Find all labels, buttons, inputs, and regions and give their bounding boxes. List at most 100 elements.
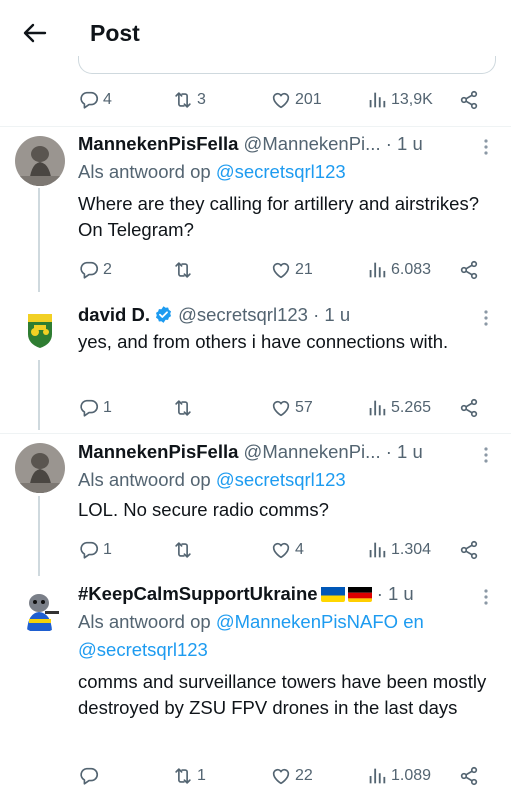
mention-link[interactable]: @secretsqrl123 [78, 639, 208, 660]
post-action-bar: 4 3 201 13,9K [78, 85, 494, 115]
repost-icon [172, 259, 194, 281]
more-icon[interactable] [482, 446, 490, 464]
reply-button[interactable]: 1 [78, 535, 112, 565]
handle[interactable]: @MannekenPi... [244, 133, 381, 154]
like-button[interactable]: 57 [270, 393, 313, 423]
views-icon [366, 89, 388, 111]
timestamp[interactable]: · 1 u [386, 441, 423, 462]
like-count: 4 [295, 541, 304, 558]
post-meta: david D. @secretsqrl123 · 1 u [78, 302, 350, 328]
repost-count: 1 [197, 767, 206, 784]
timestamp[interactable]: · 1 u [313, 304, 350, 325]
post-text: yes, and from others i have connections … [78, 331, 449, 352]
share-button[interactable] [458, 761, 480, 791]
repost-button[interactable]: 1 [172, 761, 206, 791]
views-icon [366, 539, 388, 561]
mention-link[interactable]: @secretsqrl123 [216, 161, 346, 182]
avatar[interactable] [15, 136, 65, 186]
mention-link[interactable]: @MannekenPisNAFO [216, 611, 398, 632]
repost-button[interactable] [172, 255, 197, 285]
post-action-bar: 1 57 5.265 [78, 393, 494, 423]
like-button[interactable]: 4 [270, 535, 304, 565]
timestamp[interactable]: · 1 u [386, 133, 423, 154]
replying-prefix: Als antwoord op [78, 469, 211, 490]
like-count: 201 [295, 91, 322, 108]
thread-connector [38, 188, 40, 292]
reply-icon [78, 397, 100, 419]
display-name[interactable]: MannekenPisFella [78, 441, 238, 462]
views-button[interactable]: 1.304 [366, 535, 431, 565]
reply-button[interactable]: 1 [78, 393, 112, 423]
reply-button[interactable]: 4 [78, 85, 112, 115]
display-name[interactable]: #KeepCalmSupportUkraine [78, 583, 318, 604]
views-count: 13,9K [391, 91, 433, 108]
views-count: 1.304 [391, 541, 432, 558]
reply-button[interactable]: 2 [78, 255, 112, 285]
page-title: Post [90, 20, 140, 46]
avatar[interactable] [15, 443, 65, 493]
thread-connector [38, 496, 40, 576]
reply-icon [78, 765, 100, 787]
share-button[interactable] [458, 393, 480, 423]
replying-to-line: Als antwoord op @secretsqrl123 [78, 467, 346, 493]
like-icon [270, 89, 292, 111]
like-count: 22 [295, 767, 313, 784]
timestamp[interactable]: · 1 u [377, 583, 414, 604]
views-count: 5.265 [391, 399, 432, 416]
views-button[interactable]: 6.083 [366, 255, 431, 285]
like-icon [270, 539, 292, 561]
avatar[interactable] [15, 302, 65, 352]
display-name[interactable]: david D. [78, 304, 150, 325]
more-icon[interactable] [482, 138, 490, 156]
handle[interactable]: @secretsqrl123 [178, 304, 308, 325]
reply-button[interactable] [78, 761, 103, 791]
repost-button[interactable] [172, 535, 197, 565]
replying-to-line-continued: @secretsqrl123 [78, 637, 208, 663]
share-button[interactable] [458, 255, 480, 285]
back-arrow-icon[interactable] [20, 18, 50, 48]
display-name[interactable]: MannekenPisFella [78, 133, 238, 154]
like-icon [270, 765, 292, 787]
share-icon [458, 765, 480, 787]
share-icon [458, 89, 480, 111]
share-button[interactable] [458, 535, 480, 565]
more-icon[interactable] [482, 588, 490, 606]
views-button[interactable]: 13,9K [366, 85, 433, 115]
reply-count: 1 [103, 399, 112, 416]
reply-count: 1 [103, 541, 112, 558]
like-count: 21 [295, 261, 313, 278]
post-text: comms and surveillance towers have been … [78, 671, 487, 718]
replying-join: en [403, 611, 424, 632]
repost-button[interactable] [172, 393, 197, 423]
germany-flag-icon [347, 585, 372, 602]
like-button[interactable]: 22 [270, 761, 313, 791]
replying-to-line: Als antwoord op @secretsqrl123 [78, 159, 346, 185]
post-meta: MannekenPisFella @MannekenPi... · 1 u [78, 439, 423, 465]
quoted-post-card-edge[interactable] [78, 56, 496, 74]
more-icon[interactable] [482, 309, 490, 327]
views-button[interactable]: 1.089 [366, 761, 431, 791]
share-icon [458, 539, 480, 561]
post-text: Where are they calling for artillery and… [78, 193, 479, 240]
divider [0, 433, 511, 434]
views-button[interactable]: 5.265 [366, 393, 431, 423]
share-button[interactable] [458, 85, 480, 115]
post-action-bar: 1 4 1.304 [78, 535, 494, 565]
thread-connector [38, 360, 40, 430]
repost-icon [172, 539, 194, 561]
reply-icon [78, 89, 100, 111]
like-button[interactable]: 201 [270, 85, 322, 115]
views-icon [366, 397, 388, 419]
handle[interactable]: @MannekenPi... [244, 441, 381, 462]
views-icon [366, 259, 388, 281]
replying-prefix: Als antwoord op [78, 161, 211, 182]
like-button[interactable]: 21 [270, 255, 313, 285]
replying-prefix: Als antwoord op [78, 611, 211, 632]
post-text: LOL. No secure radio comms? [78, 499, 329, 520]
reply-count: 4 [103, 91, 112, 108]
mention-link[interactable]: @secretsqrl123 [216, 469, 346, 490]
reply-count: 2 [103, 261, 112, 278]
post-meta: MannekenPisFella @MannekenPi... · 1 u [78, 131, 423, 157]
repost-button[interactable]: 3 [172, 85, 206, 115]
avatar[interactable] [15, 583, 65, 633]
